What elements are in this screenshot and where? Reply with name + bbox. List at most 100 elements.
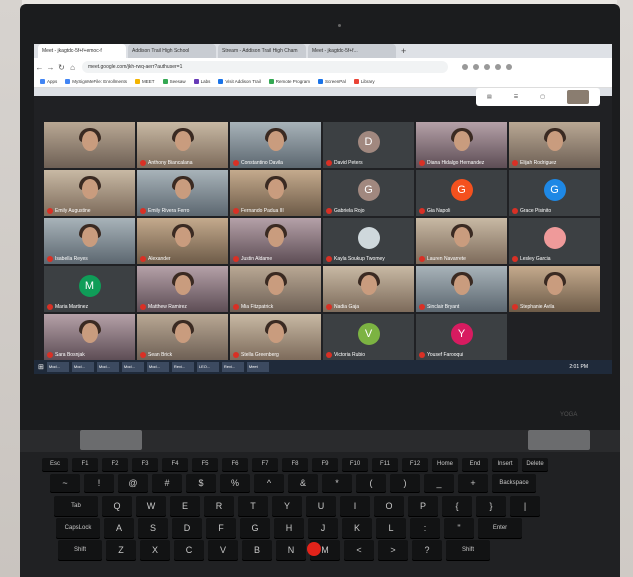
participant-tile[interactable]: Stephanie Avila (509, 266, 600, 312)
participant-tile[interactable]: Matthew Ramirez (137, 266, 228, 312)
keyboard-key[interactable]: F12 (402, 458, 428, 471)
keyboard-key[interactable]: ? (412, 540, 442, 560)
chat-icon[interactable]: ▤ (487, 94, 492, 100)
keyboard-key[interactable]: $ (186, 474, 216, 492)
bookmark-item[interactable]: Visit Addison Trail (218, 79, 261, 84)
taskbar-app[interactable]: Mod... (96, 362, 119, 372)
taskbar-app[interactable]: Meet (246, 362, 269, 372)
keyboard-key[interactable]: S (138, 518, 168, 538)
taskbar-app[interactable]: Mod... (146, 362, 169, 372)
keyboard-key[interactable]: F9 (312, 458, 338, 471)
participant-tile[interactable]: Constantino Davila (230, 122, 321, 168)
participant-tile[interactable]: Kayla Soukup Twomey (323, 218, 414, 264)
tab-meet[interactable]: Meet - jkagtdc-5f+f+emoc-f (38, 44, 126, 58)
keyboard-key[interactable]: ^ (254, 474, 284, 492)
keyboard-key[interactable]: & (288, 474, 318, 492)
keyboard-key[interactable]: F7 (252, 458, 278, 471)
keyboard-key[interactable]: F (206, 518, 236, 538)
keyboard-key[interactable]: V (208, 540, 238, 560)
bookmark-item[interactable]: Remote Program (268, 79, 310, 84)
address-bar[interactable]: meet.google.com/jkh-rwq-aerr?authuser=1 (82, 61, 448, 73)
taskbar-app[interactable]: LEO... (196, 362, 219, 372)
participant-tile[interactable]: Isabella Reyes (44, 218, 135, 264)
keyboard-key[interactable]: @ (118, 474, 148, 492)
people-icon[interactable]: ☰ (514, 94, 518, 100)
forward-icon[interactable]: → (45, 63, 56, 72)
participant-tile[interactable]: M Maria Martinez (44, 266, 135, 312)
participant-tile[interactable]: Lauren Navarrete (416, 218, 507, 264)
taskbar-app[interactable]: Mod... (71, 362, 94, 372)
keyboard-key[interactable]: O (374, 496, 404, 516)
keyboard-key[interactable]: + (458, 474, 488, 492)
keyboard-key[interactable]: X (140, 540, 170, 560)
keyboard-key[interactable]: A (104, 518, 134, 538)
taskbar-app[interactable]: Revi... (171, 362, 194, 372)
keyboard-key[interactable]: F4 (162, 458, 188, 471)
start-icon[interactable]: ⊞ (38, 363, 44, 371)
participant-tile[interactable]: Alexander (137, 218, 228, 264)
tab-school[interactable]: Addison Trail High School (128, 44, 216, 58)
participant-tile[interactable]: D David Peters (323, 122, 414, 168)
keyboard-key[interactable]: < (344, 540, 374, 560)
keyboard-key[interactable]: % (220, 474, 250, 492)
extension-icon[interactable] (473, 64, 479, 70)
keyboard-key[interactable]: E (170, 496, 200, 516)
keyboard-key[interactable]: F8 (282, 458, 308, 471)
keyboard-key[interactable]: T (238, 496, 268, 516)
participant-tile[interactable]: Justin Aldame (230, 218, 321, 264)
keyboard-key[interactable]: Insert (492, 458, 518, 471)
taskbar-app[interactable]: Mod... (46, 362, 69, 372)
keyboard-key[interactable]: C (174, 540, 204, 560)
keyboard-key[interactable]: End (462, 458, 488, 471)
participant-tile[interactable]: Elijah Rodriguez (509, 122, 600, 168)
extension-icon[interactable] (484, 64, 490, 70)
bookmark-item[interactable]: ScreenPal (318, 79, 346, 84)
keyboard-key[interactable]: F10 (342, 458, 368, 471)
keyboard-key[interactable]: U (306, 496, 336, 516)
keyboard-key[interactable]: W (136, 496, 166, 516)
extension-icon[interactable] (462, 64, 468, 70)
participant-tile[interactable]: Anthony Biancalana (137, 122, 228, 168)
participant-tile[interactable]: Sinclair Bryant (416, 266, 507, 312)
keyboard-key[interactable]: Y (272, 496, 302, 516)
keyboard-key[interactable]: Esc (42, 458, 68, 471)
keyboard-key[interactable]: # (152, 474, 182, 492)
keyboard-key[interactable]: CapsLock (56, 518, 100, 538)
home-icon[interactable]: ⌂ (67, 63, 78, 72)
bookmark-item[interactable]: Apps (40, 79, 57, 84)
keyboard-key[interactable]: F3 (132, 458, 158, 471)
keyboard-key[interactable]: F11 (372, 458, 398, 471)
keyboard-key[interactable]: | (510, 496, 540, 516)
bookmark-item[interactable]: MEET (135, 79, 155, 84)
keyboard-key[interactable]: Z (106, 540, 136, 560)
bookmark-item[interactable]: Labs (193, 79, 210, 84)
back-icon[interactable]: ← (34, 63, 45, 72)
participant-tile[interactable]: Diana Hidalgo Hernandez (416, 122, 507, 168)
keyboard-key[interactable]: Tab (54, 496, 98, 516)
keyboard-key[interactable]: N (276, 540, 306, 560)
participant-tile[interactable]: Mia Fitzpatrick (230, 266, 321, 312)
extension-icon[interactable] (495, 64, 501, 70)
participant-tile[interactable]: Emily Augustine (44, 170, 135, 216)
bookmark-item[interactable]: MySignMeFile: Enrollments (65, 79, 127, 84)
keyboard-key[interactable]: B (242, 540, 272, 560)
keyboard-key[interactable]: ( (356, 474, 386, 492)
keyboard-key[interactable]: ) (390, 474, 420, 492)
tab-stream[interactable]: Stream - Addison Trail High Cham (218, 44, 306, 58)
participant-tile[interactable]: Emily Rivera Ferro (137, 170, 228, 216)
keyboard-key[interactable]: R (204, 496, 234, 516)
keyboard-key[interactable]: F1 (72, 458, 98, 471)
participant-tile[interactable]: G Grace Pisinito (509, 170, 600, 216)
keyboard-key[interactable]: Shift (446, 540, 490, 560)
new-tab-icon[interactable]: + (398, 44, 409, 58)
trackpoint[interactable] (307, 542, 321, 556)
keyboard-key[interactable]: ~ (50, 474, 80, 492)
extension-icon[interactable] (506, 64, 512, 70)
bookmark-item[interactable]: Library (353, 79, 375, 84)
keyboard-key[interactable]: > (378, 540, 408, 560)
participant-tile[interactable]: Stella Greenberg (230, 314, 321, 360)
participant-tile[interactable] (44, 122, 135, 168)
keyboard-key[interactable]: F6 (222, 458, 248, 471)
activities-icon[interactable]: ▢ (540, 94, 545, 100)
keyboard-key[interactable]: { (442, 496, 472, 516)
